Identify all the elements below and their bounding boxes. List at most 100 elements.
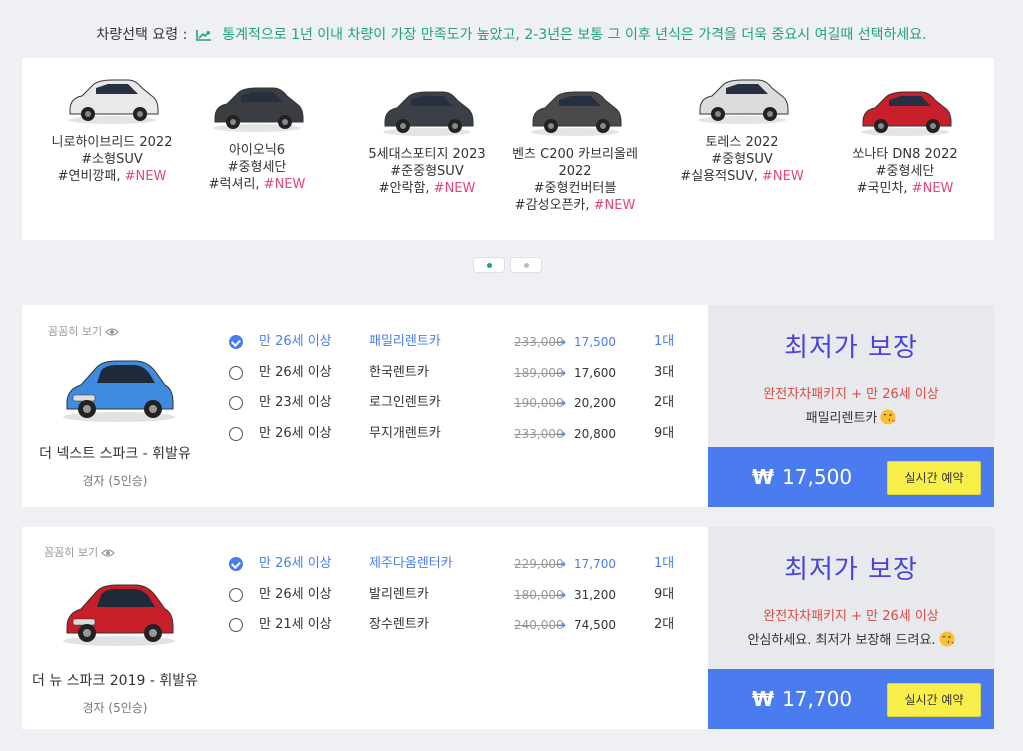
- rental-offer[interactable]: 만 26세 이상 한국렌트카 189,000 → 17,600 3대: [224, 362, 694, 384]
- detail-view-link[interactable]: 꼼꼼히 보기: [44, 544, 115, 561]
- package-info: 완전자차패키지 + 만 26세 이상: [763, 387, 939, 402]
- car-image: [213, 87, 304, 132]
- rental-company: 무지개렌트카: [369, 425, 441, 441]
- car-tags: #럭셔리, #NEW: [182, 176, 332, 193]
- car-tag: #실용적SUV,: [680, 169, 758, 184]
- final-price: ₩17,500: [752, 465, 852, 489]
- eye-icon: [105, 327, 119, 340]
- discount-price: 17,600: [574, 365, 616, 380]
- wink-kiss-icon: [939, 631, 955, 651]
- car-segment: #중형SUV: [711, 152, 773, 167]
- car-segment: #소형SUV: [81, 152, 143, 167]
- rental-offer[interactable]: 만 26세 이상 발리렌트카 180,000 → 31,200 9대: [224, 584, 694, 606]
- reserve-button[interactable]: 실시간 예약: [887, 683, 981, 717]
- car-tags: #안락함, #NEW: [352, 180, 502, 197]
- car-name: 니로하이브리드 2022: [51, 135, 173, 150]
- offer-radio[interactable]: [229, 365, 243, 380]
- age-requirement: 만 26세 이상: [259, 425, 332, 441]
- best-price-message: 안심하세요. 최저가 보장해 드려요.: [708, 629, 994, 651]
- car-tags: #국민차, #NEW: [830, 180, 980, 197]
- car-image: [383, 91, 474, 136]
- offer-radio[interactable]: [229, 557, 243, 571]
- rental-offer[interactable]: 만 21세 이상 장수렌트카 240,000 → 74,500 2대: [224, 614, 694, 636]
- car-image: [68, 79, 159, 124]
- car-count: 9대: [654, 586, 675, 602]
- car-tags: #실용적SUV, #NEW: [667, 168, 817, 185]
- offer-radio[interactable]: [229, 335, 243, 349]
- listing-main: 꼼꼼히 보기 더 넥스트 스파크 - 휘발유 경자 (5인승) 만 26세 이상 패밀리…: [22, 305, 708, 507]
- discount-price: 17,500: [574, 335, 616, 349]
- currency-symbol: ₩: [752, 687, 775, 711]
- car-card[interactable]: 니로하이브리드 2022 #소형SUV #연비깡패, #NEW: [37, 66, 187, 185]
- price-value: 17,700: [782, 687, 853, 711]
- rental-company: 제주다움렌터카: [369, 556, 453, 571]
- detail-view-link[interactable]: 꼼꼼히 보기: [48, 323, 119, 340]
- offer-radio[interactable]: [229, 587, 243, 602]
- arrow-right-icon: →: [556, 396, 567, 410]
- car-card[interactable]: 5세대스포티지 2023 #준중형SUV #안락함, #NEW: [352, 66, 502, 197]
- rental-offer[interactable]: 만 26세 이상 패밀리렌트카 233,000 → 17,500 1대: [224, 331, 694, 353]
- car-name: 쏘나타 DN8 2022: [852, 147, 958, 162]
- detail-view-label: 꼼꼼히 보기: [48, 325, 103, 338]
- age-requirement: 만 21세 이상: [259, 617, 332, 632]
- car-count: 2대: [654, 617, 675, 632]
- best-price-panel: 최저가 보장 완전자차패키지 + 만 26세 이상 패밀리렌트카 ₩17,500 실시간…: [708, 305, 994, 507]
- carousel-dot-2[interactable]: [510, 257, 542, 273]
- arrow-right-icon: →: [556, 587, 567, 602]
- new-badge: #NEW: [263, 177, 306, 192]
- car-segment: #중형컨버터블: [533, 181, 617, 196]
- price-value: 17,500: [782, 465, 853, 489]
- car-segment: #준중형SUV: [390, 164, 464, 179]
- new-badge: #NEW: [911, 181, 954, 196]
- arrow-right-icon: →: [556, 426, 567, 441]
- carousel-dot-1[interactable]: [473, 257, 505, 273]
- trending-up-icon: [195, 29, 212, 45]
- rental-offer[interactable]: 만 26세 이상 무지개렌트카 233,000 → 20,800 9대: [224, 423, 694, 445]
- rental-listing: 꼼꼼히 보기 더 뉴 스파크 2019 - 휘발유 경자 (5인승) 만 26세 이상…: [22, 527, 994, 729]
- arrow-right-icon: →: [556, 335, 567, 349]
- car-title: 더 뉴 스파크 2019 - 휘발유: [32, 673, 198, 689]
- car-tag: #국민차,: [856, 181, 908, 196]
- car-segment: #중형세단: [875, 164, 935, 179]
- car-tags: #감성오픈카, #NEW: [500, 197, 650, 214]
- car-count: 1대: [654, 556, 675, 571]
- tip-label: 차량선택 요령 :: [96, 27, 188, 43]
- best-price-label: 최저가 보장: [784, 555, 918, 585]
- rental-company: 패밀리렌트카: [369, 334, 441, 349]
- reserve-button[interactable]: 실시간 예약: [887, 461, 981, 495]
- car-name: 토레스 2022: [705, 135, 779, 150]
- tip-text: 통계적으로 1년 이내 차량이 가장 만족도가 높았고, 2-3년은 보통 그 …: [222, 27, 927, 43]
- age-requirement: 만 26세 이상: [259, 334, 332, 349]
- car-card[interactable]: 쏘나타 DN8 2022 #중형세단 #국민차, #NEW: [830, 66, 980, 197]
- age-requirement: 만 26세 이상: [259, 364, 332, 380]
- rental-company: 장수렌트카: [369, 617, 429, 632]
- arrow-right-icon: →: [556, 365, 567, 380]
- rental-offer[interactable]: 만 23세 이상 로그인렌트카 190,000 → 20,200 2대: [224, 392, 694, 414]
- car-photo: [63, 584, 175, 646]
- car-photo: [63, 360, 175, 422]
- car-tag: #연비깡패,: [57, 169, 121, 184]
- car-card[interactable]: 벤츠 C200 카브리올레 2022 #중형컨버터블 #감성오픈카, #NEW: [500, 66, 650, 214]
- offer-radio[interactable]: [229, 396, 243, 410]
- car-count: 1대: [654, 334, 675, 349]
- car-card[interactable]: 토레스 2022 #중형SUV #실용적SUV, #NEW: [667, 66, 817, 185]
- price-bar: ₩17,700 실시간 예약: [708, 669, 994, 729]
- car-image: [531, 91, 622, 136]
- new-badge: #NEW: [433, 181, 476, 196]
- offer-radio[interactable]: [229, 618, 243, 632]
- age-requirement: 만 26세 이상: [259, 556, 332, 571]
- car-count: 9대: [654, 425, 675, 441]
- age-requirement: 만 23세 이상: [259, 395, 332, 410]
- offer-radio[interactable]: [229, 426, 243, 441]
- car-segment: #중형세단: [227, 160, 287, 175]
- rental-offer[interactable]: 만 26세 이상 제주다움렌터카 229,000 → 17,700 1대: [224, 553, 694, 575]
- car-tag: #안락함,: [378, 181, 430, 196]
- arrow-right-icon: →: [556, 618, 567, 632]
- new-badge: #NEW: [593, 198, 636, 213]
- currency-symbol: ₩: [752, 465, 775, 489]
- discount-price: 20,200: [574, 396, 616, 410]
- discount-price: 20,800: [574, 426, 616, 441]
- discount-price: 74,500: [574, 618, 616, 632]
- car-card[interactable]: 아이오닉6 #중형세단 #럭셔리, #NEW: [182, 66, 332, 193]
- message-text: 패밀리렌트카: [805, 411, 878, 426]
